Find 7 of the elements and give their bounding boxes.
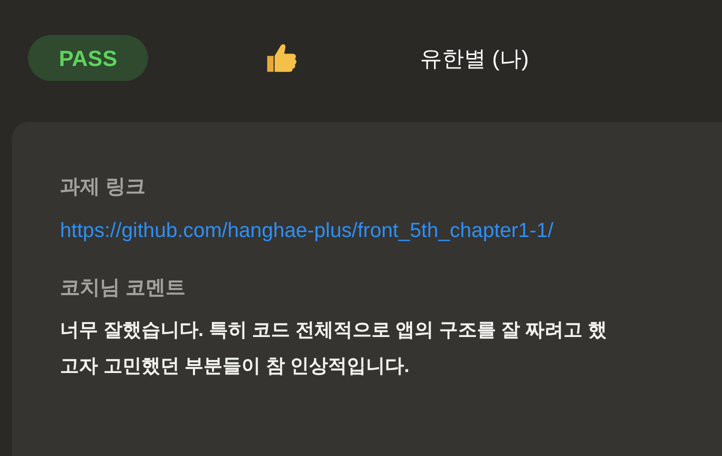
author-name: 유한별 (나)	[420, 44, 529, 72]
comment-text: 고자 고민했던 부분들이 참 인상적입니다.	[60, 355, 410, 380]
status-badge: PASS	[28, 35, 148, 81]
comment-text: 너무 잘했습니다. 특히 코드 전체적으로 앱의 구조를 잘 짜려고 했	[60, 318, 607, 343]
section-label: 과제 링크	[60, 175, 146, 200]
assignment-link[interactable]: https://github.com/hanghae-plus/front_5th_chapter1-1/	[60, 216, 554, 247]
section-label: 코치님 코멘트	[60, 276, 186, 301]
